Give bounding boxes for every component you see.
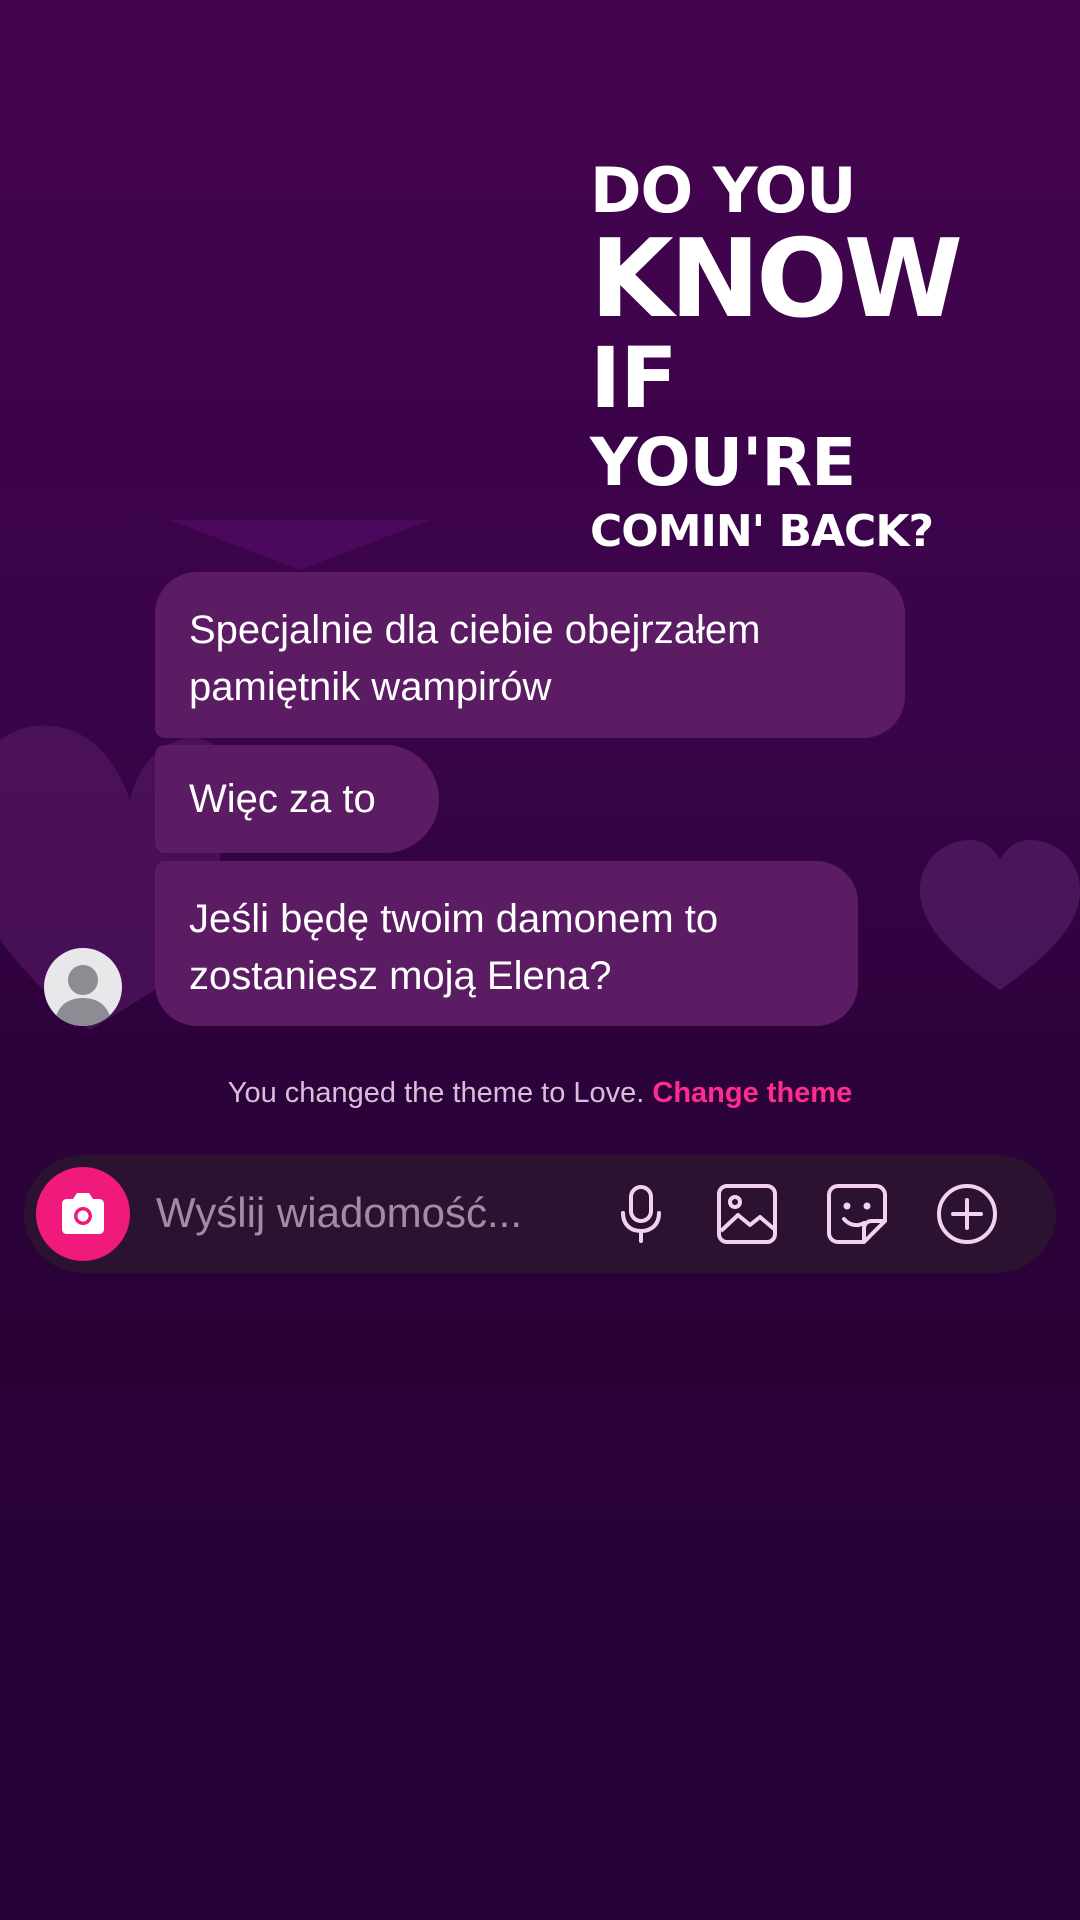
video-caption-overlay: DO YOU KNOW IF YOU'RE COMIN' BACK?	[590, 160, 1010, 554]
message-bubble[interactable]: Specjalnie dla ciebie obejrzałem pamiętn…	[155, 572, 905, 738]
camera-icon	[62, 1193, 104, 1234]
change-theme-link[interactable]: Change theme	[652, 1077, 852, 1109]
theme-change-notice: You changed the theme to Love. Change th…	[0, 1077, 1080, 1110]
caption-line: YOU'RE	[590, 424, 856, 501]
default-avatar-icon	[54, 965, 112, 1026]
heart-decoration-icon	[170, 520, 430, 570]
caption-line: IF	[590, 329, 678, 427]
heart-decoration-icon	[920, 840, 1080, 990]
gallery-icon[interactable]	[714, 1181, 780, 1247]
camera-button[interactable]	[36, 1167, 130, 1261]
message-composer: Wyślij wiadomość...	[24, 1155, 1056, 1273]
sticker-icon[interactable]	[824, 1181, 890, 1247]
caption-line: KNOW	[590, 217, 963, 342]
message-text-line: pamiętnik wampirów	[189, 665, 552, 709]
microphone-icon[interactable]	[608, 1181, 674, 1247]
lower-background	[0, 1390, 1080, 1920]
message-text-line: Specjalnie dla ciebie obejrzałem	[189, 608, 761, 652]
caption-line: COMIN' BACK?	[590, 506, 934, 557]
message-text-line: zostaniesz moją Elena?	[189, 954, 612, 998]
message-bubble[interactable]: Jeśli będę twoim damonem to zostaniesz m…	[155, 861, 858, 1026]
message-bubble[interactable]: Więc za to	[155, 745, 439, 853]
plus-circle-icon[interactable]	[934, 1181, 1000, 1247]
message-input[interactable]: Wyślij wiadomość...	[156, 1183, 576, 1243]
message-text-line: Jeśli będę twoim damonem to	[189, 897, 719, 941]
theme-change-text: You changed the theme to Love.	[227, 1077, 645, 1109]
avatar[interactable]	[44, 948, 122, 1026]
message-text-line: Więc za to	[189, 777, 376, 821]
caption-line: DO YOU	[590, 154, 857, 227]
